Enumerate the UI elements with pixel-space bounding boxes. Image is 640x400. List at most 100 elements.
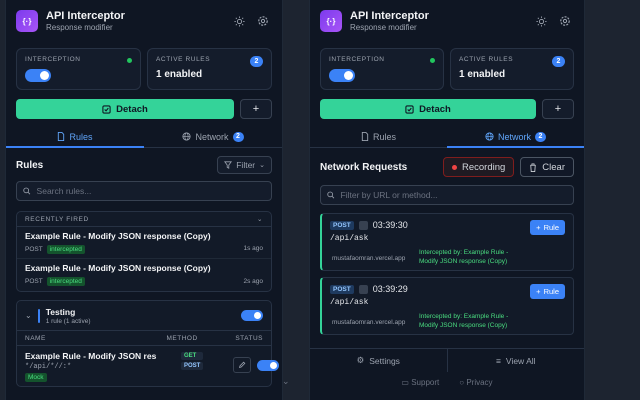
mock-badge: Mock — [25, 373, 47, 382]
chevron-down-icon: ⌄ — [282, 376, 290, 386]
rules-panel: {·} API Interceptor Response modifier IN… — [5, 0, 283, 400]
interception-card: INTERCEPTION — [16, 48, 141, 90]
tab-network-label: Network — [497, 131, 531, 142]
view-all-button[interactable]: ≡ View All — [446, 349, 585, 372]
tab-rules[interactable]: Rules — [310, 126, 447, 147]
interception-toggle[interactable] — [329, 69, 355, 82]
active-rules-label: ACTIVE RULES — [459, 56, 514, 63]
header: {·} API Interceptor Response modifier — [6, 0, 282, 42]
filter-input[interactable] — [340, 190, 567, 200]
method-badge: POST — [330, 220, 354, 230]
request-path: /api/ask — [330, 298, 369, 307]
list-item[interactable]: Example Rule - Modify JSON response (Cop… — [17, 227, 271, 259]
column-header-status: STATUS — [235, 334, 263, 342]
rule-toggle[interactable] — [257, 360, 279, 371]
group-subtitle: 1 rule (1 active) — [45, 317, 91, 325]
app-logo-icon: {·} — [16, 10, 38, 32]
method-badge: GET — [181, 352, 204, 360]
detach-icon — [102, 104, 111, 114]
list-icon: ≡ — [495, 355, 501, 366]
request-item[interactable]: POST 03:39:30 /api/ask mustafaomran.verc… — [320, 213, 574, 271]
footer-links: ▭ Support ○ Privacy — [310, 378, 584, 394]
recently-fired-section: RECENTLY FIRED ⌄ Example Rule - Modify J… — [16, 211, 272, 292]
recording-button[interactable]: Recording — [442, 157, 515, 177]
tab-rules[interactable]: Rules — [6, 126, 144, 148]
privacy-link[interactable]: ○ Privacy — [459, 378, 492, 394]
request-path: /api/ask — [330, 234, 369, 243]
add-rule-button[interactable]: + — [240, 99, 272, 119]
search-icon — [327, 191, 335, 199]
chevron-down-icon[interactable]: ⌄ — [25, 311, 32, 320]
column-header-method: METHOD — [166, 334, 198, 342]
settings-button[interactable]: ⚙ Settings — [310, 349, 447, 372]
plus-icon: + — [536, 223, 541, 232]
checkbox[interactable] — [358, 220, 368, 230]
timestamp: 1s ago — [243, 245, 263, 252]
tab-network[interactable]: Network 2 — [144, 126, 282, 147]
rule-name: Example Rule - Modify JSON res — [25, 351, 157, 361]
app-subtitle: Response modifier — [46, 23, 113, 32]
method-badge: POST — [330, 284, 354, 294]
interception-label: INTERCEPTION — [25, 56, 81, 63]
intercepted-info: Intercepted by: Example Rule - Modify JS… — [419, 313, 539, 331]
theme-toggle-icon[interactable] — [532, 12, 550, 30]
app-title: API Interceptor — [350, 10, 429, 22]
group-toggle[interactable] — [241, 310, 263, 321]
active-rules-label: ACTIVE RULES — [156, 56, 211, 63]
document-icon — [361, 132, 369, 141]
request-item[interactable]: POST 03:39:29 /api/ask mustafaomran.verc… — [320, 277, 574, 335]
request-time: 03:39:30 — [372, 220, 408, 230]
trash-icon — [530, 162, 536, 172]
plus-icon: + — [536, 287, 541, 296]
group-name: Testing — [45, 306, 76, 317]
active-rules-value: 1 enabled — [156, 69, 203, 80]
add-rule-from-request-button[interactable]: + Rule — [530, 284, 565, 299]
settings-gear-icon[interactable] — [556, 12, 574, 30]
settings-gear-icon[interactable] — [254, 12, 272, 30]
gear-icon: ⚙ — [356, 355, 365, 365]
recent-rule-name: Example Rule - Modify JSON response (Cop… — [25, 263, 211, 273]
add-rule-button[interactable]: + — [542, 99, 574, 119]
app-subtitle: Response modifier — [350, 23, 417, 32]
network-count-badge: 2 — [535, 131, 546, 142]
edit-button[interactable] — [233, 357, 251, 373]
search-box — [16, 181, 272, 201]
record-dot-icon — [451, 164, 457, 170]
support-label: Support — [411, 378, 440, 387]
detach-button[interactable]: Detach — [16, 99, 234, 119]
edit-icon — [239, 361, 246, 368]
rule-button-label: Rule — [543, 223, 559, 232]
clear-button[interactable]: Clear — [520, 157, 574, 177]
chevron-down-icon[interactable]: ⌄ — [257, 215, 263, 223]
detach-label: Detach — [419, 103, 451, 115]
table-row[interactable]: Example Rule - Modify JSON res */api/*//… — [17, 346, 279, 386]
rule-pattern: */api/*//:* — [25, 363, 72, 371]
network-panel: {·} API Interceptor Response modifier IN… — [309, 0, 585, 400]
privacy-icon: ○ — [459, 378, 465, 387]
active-rules-count-badge: 2 — [552, 56, 565, 67]
header: {·} API Interceptor Response modifier — [310, 0, 584, 42]
support-link[interactable]: ▭ Support — [401, 378, 439, 394]
filter-icon — [224, 161, 233, 169]
globe-icon — [485, 132, 494, 141]
tab-network[interactable]: Network 2 — [447, 126, 584, 148]
method-badge: POST — [181, 362, 204, 370]
filter-button[interactable]: Filter ⌄ — [217, 156, 272, 174]
tab-rules-label: Rules — [372, 131, 396, 142]
status-dot — [430, 58, 435, 63]
search-input[interactable] — [36, 186, 265, 196]
chevron-down-icon: ⌄ — [259, 162, 265, 169]
theme-toggle-icon[interactable] — [230, 12, 248, 30]
recent-rule-name: Example Rule - Modify JSON response (Cop… — [25, 231, 211, 241]
section-title: Network Requests — [320, 161, 408, 173]
clear-label: Clear — [542, 161, 565, 173]
network-count-badge: 2 — [232, 131, 244, 142]
settings-label: Settings — [369, 355, 400, 366]
list-item[interactable]: Example Rule - Modify JSON response (Cop… — [17, 259, 271, 291]
checkbox[interactable] — [358, 284, 368, 294]
detach-button[interactable]: Detach — [320, 99, 536, 119]
add-rule-from-request-button[interactable]: + Rule — [530, 220, 565, 235]
detach-icon — [405, 104, 414, 114]
active-rules-card: ACTIVE RULES 2 1 enabled — [147, 48, 272, 90]
interception-toggle[interactable] — [25, 69, 51, 82]
